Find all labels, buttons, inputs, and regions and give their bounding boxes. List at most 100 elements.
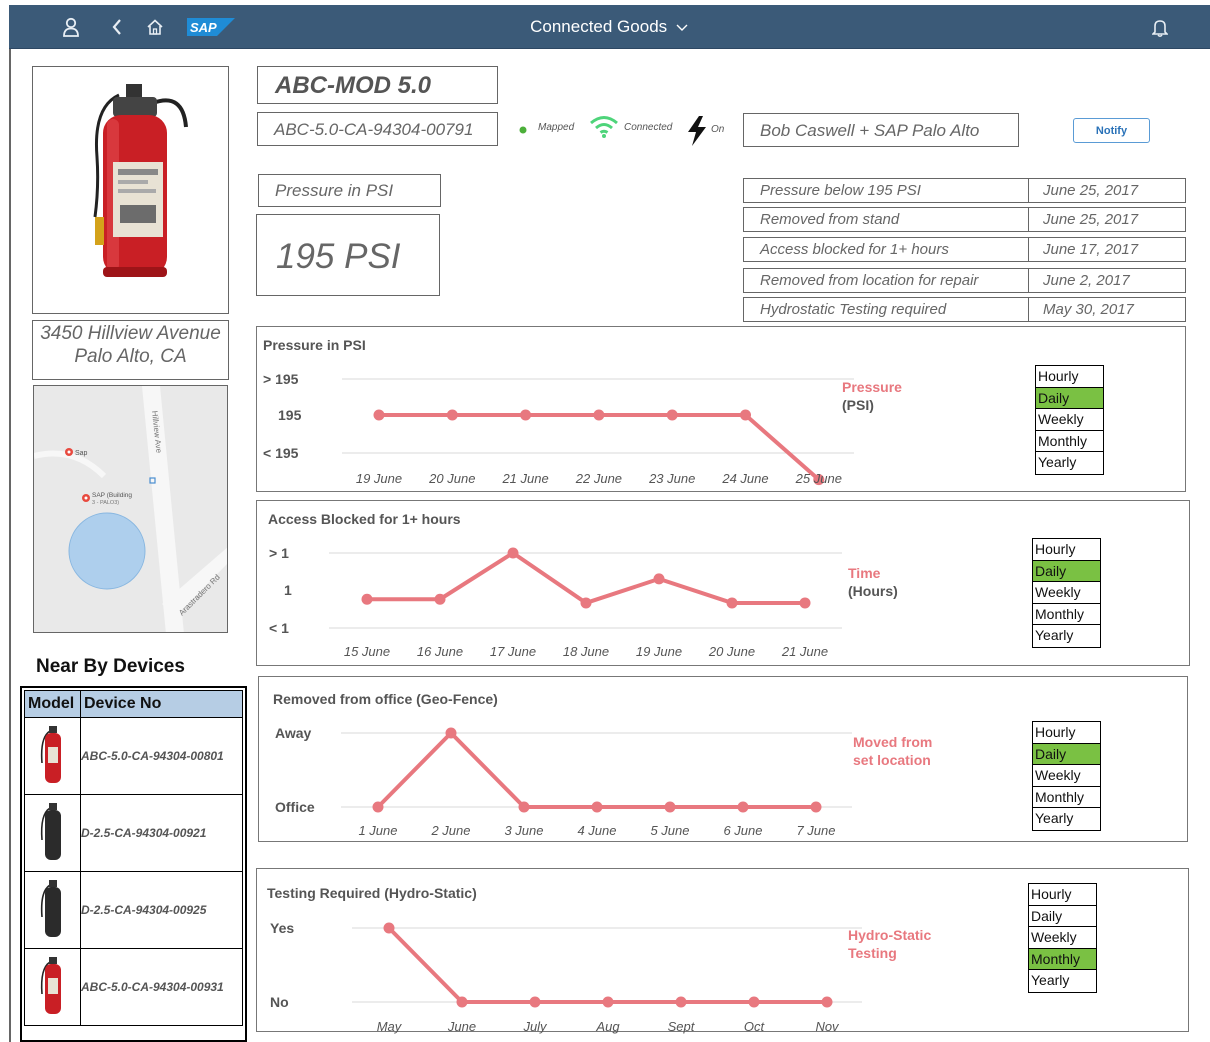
event-row[interactable]: Hydrostatic Testing required May 30, 2017 xyxy=(743,297,1186,322)
model-cell xyxy=(24,717,81,795)
nearby-devices-title: Near By Devices xyxy=(36,656,185,677)
legend-line-1: Moved from xyxy=(853,734,933,750)
data-point[interactable] xyxy=(748,996,760,1008)
data-point[interactable] xyxy=(456,996,468,1008)
period-option-daily[interactable]: Daily xyxy=(1033,743,1100,765)
period-option-yearly[interactable]: Yearly xyxy=(1033,808,1100,830)
x-tick-label: 1 June xyxy=(358,823,397,838)
legend-line-2: set location xyxy=(853,752,931,768)
device-number-cell: ABC-5.0-CA-94304-00931 xyxy=(80,948,243,1026)
period-option-hourly[interactable]: Hourly xyxy=(1033,722,1100,744)
x-tick-label: Aug xyxy=(595,1019,620,1034)
series-line xyxy=(376,731,816,809)
location-map[interactable]: Hillview Ave Arastradero Rd Sap SAP (Bui… xyxy=(33,385,228,633)
y-tick-label: > 195 xyxy=(263,371,299,387)
legend-line-1: Pressure xyxy=(842,379,902,395)
event-row[interactable]: Removed from location for repair June 2, … xyxy=(743,268,1186,293)
data-point[interactable] xyxy=(666,409,678,421)
data-point[interactable] xyxy=(520,409,532,421)
y-tick-label: 195 xyxy=(278,407,302,423)
period-option-weekly[interactable]: Weekly xyxy=(1033,582,1100,604)
data-point[interactable] xyxy=(740,409,751,421)
power-bolt-icon xyxy=(688,116,706,146)
table-row[interactable]: D-2.5-CA-94304-00925 xyxy=(24,871,243,949)
period-option-daily[interactable]: Daily xyxy=(1029,906,1096,927)
data-point[interactable] xyxy=(446,409,458,421)
data-point[interactable] xyxy=(373,409,385,421)
data-point[interactable] xyxy=(593,409,605,421)
data-point[interactable] xyxy=(434,593,446,605)
map-pin-icon[interactable] xyxy=(65,448,73,456)
event-date: May 30, 2017 xyxy=(1028,297,1186,322)
model-cell xyxy=(24,948,81,1026)
y-tick-label: > 1 xyxy=(269,545,289,561)
data-point[interactable] xyxy=(372,801,384,813)
period-option-monthly[interactable]: Monthly xyxy=(1029,948,1096,970)
power-status-label: On xyxy=(711,124,725,135)
data-point[interactable] xyxy=(445,727,457,739)
period-option-hourly[interactable]: Hourly xyxy=(1029,884,1096,906)
notification-bell-icon[interactable] xyxy=(1148,15,1172,39)
period-option-yearly[interactable]: Yearly xyxy=(1036,452,1103,474)
legend-line-1: Hydro-Static xyxy=(848,927,932,943)
data-point[interactable] xyxy=(580,597,592,609)
y-tick-label: < 195 xyxy=(263,445,299,461)
period-option-daily[interactable]: Daily xyxy=(1033,560,1100,582)
table-row[interactable]: D-2.5-CA-94304-00921 xyxy=(24,794,243,872)
app-title-menu[interactable]: Connected Goods xyxy=(530,17,689,36)
series-legend: Pressure (PSI) xyxy=(842,378,902,414)
data-point[interactable] xyxy=(726,597,738,609)
fire-extinguisher-image xyxy=(93,84,188,277)
x-tick-label: Sept xyxy=(668,1019,696,1034)
device-owner: Bob Caswell + SAP Palo Alto xyxy=(743,113,1019,147)
event-row[interactable]: Removed from stand June 25, 2017 xyxy=(743,207,1186,232)
period-option-monthly[interactable]: Monthly xyxy=(1036,431,1103,452)
data-point[interactable] xyxy=(361,593,373,605)
data-point[interactable] xyxy=(653,573,665,585)
map-pin-icon[interactable] xyxy=(82,494,90,502)
table-row[interactable]: ABC-5.0-CA-94304-00801 xyxy=(24,717,243,795)
period-option-monthly[interactable]: Monthly xyxy=(1033,604,1100,625)
period-option-weekly[interactable]: Weekly xyxy=(1029,927,1096,949)
data-point[interactable] xyxy=(810,801,822,813)
data-point[interactable] xyxy=(507,547,519,559)
period-option-hourly[interactable]: Hourly xyxy=(1033,539,1100,561)
data-point[interactable] xyxy=(529,996,541,1008)
data-point[interactable] xyxy=(383,922,395,934)
period-option-monthly[interactable]: Monthly xyxy=(1033,787,1100,808)
data-point[interactable] xyxy=(799,597,811,609)
y-tick-label: Office xyxy=(275,799,315,815)
period-option-weekly[interactable]: Weekly xyxy=(1033,765,1100,787)
content-left-border xyxy=(9,49,11,1042)
data-point[interactable] xyxy=(737,801,749,813)
table-row[interactable]: ABC-5.0-CA-94304-00931 xyxy=(24,948,243,1026)
data-point[interactable] xyxy=(591,801,603,813)
x-tick-label: 19 June xyxy=(636,644,682,659)
period-option-yearly[interactable]: Yearly xyxy=(1029,970,1096,992)
notify-button[interactable]: Notify xyxy=(1073,118,1150,143)
device-number-cell: D-2.5-CA-94304-00925 xyxy=(80,871,243,949)
data-point[interactable] xyxy=(664,801,676,813)
event-row[interactable]: Access blocked for 1+ hours June 17, 2017 xyxy=(743,237,1186,262)
period-option-yearly[interactable]: Yearly xyxy=(1033,625,1100,647)
poi-label-building-sub: 3 - PALO3) xyxy=(92,500,119,506)
series-line xyxy=(379,413,821,482)
x-tick-label: 7 June xyxy=(796,823,835,838)
nearby-devices-table: Model Device No ABC-5.0-CA-94304-00801 D-… xyxy=(20,686,247,1042)
data-point[interactable] xyxy=(602,996,614,1008)
data-point[interactable] xyxy=(518,801,530,813)
data-point[interactable] xyxy=(675,996,687,1008)
period-option-weekly[interactable]: Weekly xyxy=(1036,409,1103,431)
data-point[interactable] xyxy=(821,996,833,1008)
x-tick-label: 20 June xyxy=(428,471,475,486)
address-line-2: Palo Alto, CA xyxy=(74,346,187,367)
period-option-daily[interactable]: Daily xyxy=(1036,387,1103,409)
period-option-hourly[interactable]: Hourly xyxy=(1036,366,1103,388)
series-line xyxy=(387,926,827,1004)
legend-line-2: (Hours) xyxy=(848,583,898,599)
event-row[interactable]: Pressure below 195 PSI June 25, 2017 xyxy=(743,178,1186,203)
x-tick-label: 15 June xyxy=(344,644,390,659)
poi-label-building: SAP (Building xyxy=(92,492,132,499)
mapped-status-dot-icon xyxy=(519,126,527,134)
x-tick-label: 25 June xyxy=(795,471,842,486)
